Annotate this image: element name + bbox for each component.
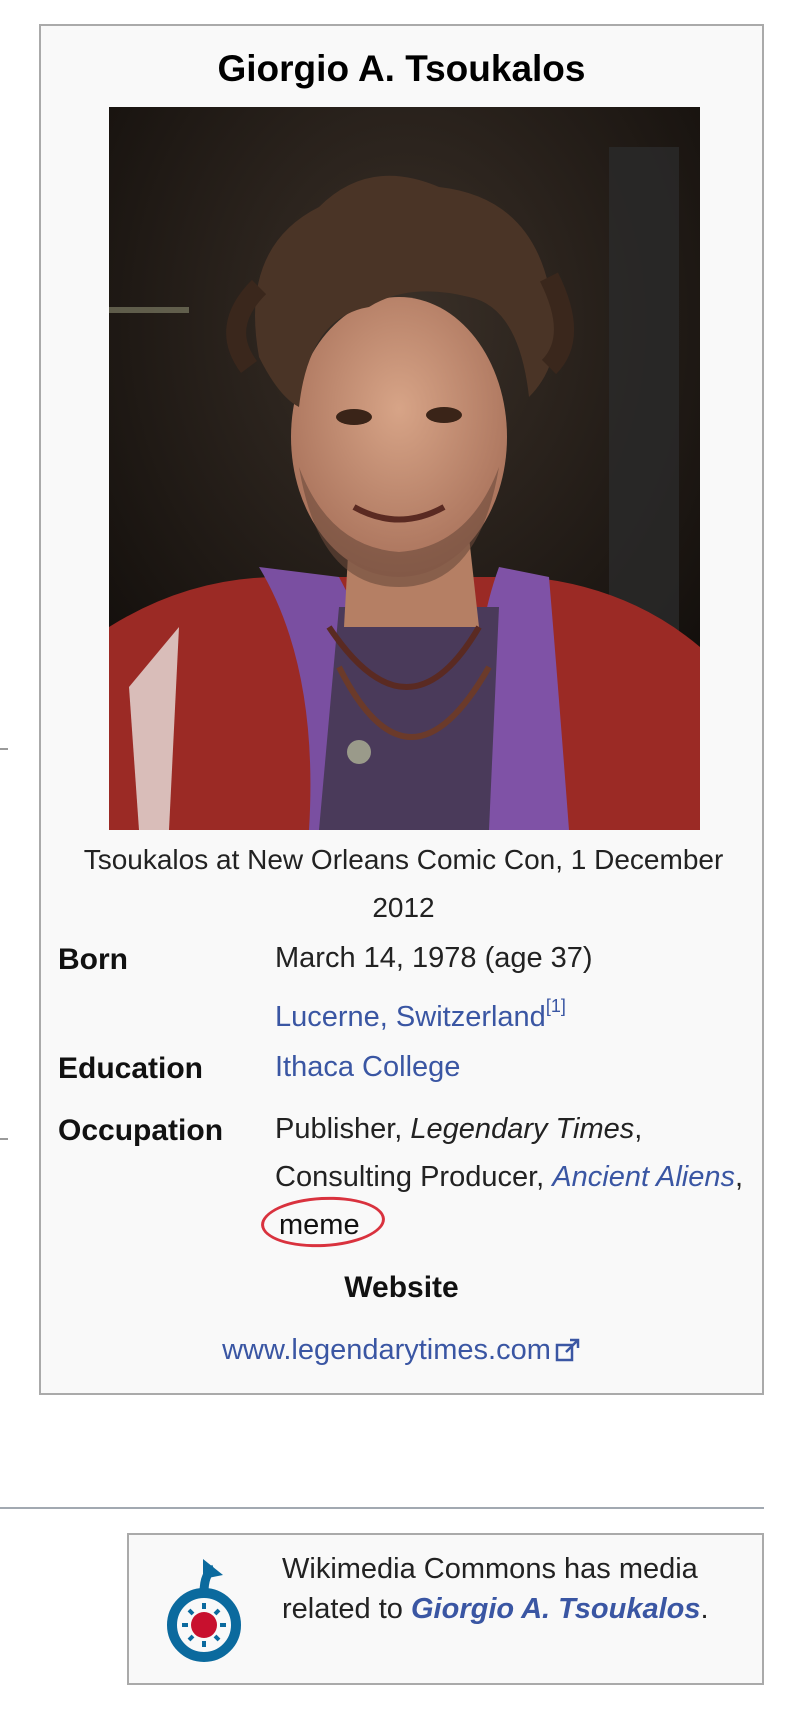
occupation-publisher: Publisher, xyxy=(275,1113,411,1145)
ancient-aliens-text: Ancient Aliens xyxy=(552,1161,735,1193)
infobox: Giorgio A. Tsoukalos Tsoukalos at New Or… xyxy=(39,24,764,1395)
wikimedia-commons-logo-icon xyxy=(159,1557,249,1672)
occupation-comma: , xyxy=(734,1161,744,1193)
image-caption: Tsoukalos at New Orleans Comic Con, 1 De… xyxy=(83,844,724,923)
website-row: www.legendarytimes.com xyxy=(41,1334,762,1371)
occupation-label: Occupation xyxy=(58,1114,224,1147)
education-label: Education xyxy=(58,1052,204,1085)
commons-text-suffix: . xyxy=(700,1593,709,1625)
margin-tick xyxy=(0,748,8,750)
born-value: March 14, 1978 (age 37) Lucerne, Switzer… xyxy=(275,934,745,1041)
external-link-icon xyxy=(555,1337,581,1371)
commons-text: Wikimedia Commons has media related to G… xyxy=(282,1549,752,1629)
occupation-meme: meme xyxy=(259,1193,387,1251)
website-link[interactable]: www.legendarytimes.com xyxy=(222,1334,551,1366)
portrait-photo[interactable] xyxy=(109,107,700,830)
margin-tick xyxy=(0,1138,8,1140)
born-label: Born xyxy=(58,943,128,976)
born-date: March 14, 1978 (age 37) xyxy=(275,942,593,974)
education-link[interactable]: Ithaca College xyxy=(275,1051,460,1083)
education-value: Ithaca College xyxy=(275,1043,745,1091)
born-place-link[interactable]: Lucerne, Switzerland xyxy=(275,1001,546,1033)
ancient-aliens-link[interactable]: Ancient Aliens xyxy=(552,1161,735,1193)
commons-link-text: Giorgio A. Tsoukalos xyxy=(410,1593,701,1625)
page: Giorgio A. Tsoukalos Tsoukalos at New Or… xyxy=(0,0,794,1709)
annotation-circle xyxy=(259,1193,387,1251)
occupation-consulting: Consulting Producer, xyxy=(275,1161,553,1193)
commons-link[interactable]: Giorgio A. Tsoukalos xyxy=(411,1593,701,1625)
website-label: Website xyxy=(344,1271,459,1304)
infobox-title: Giorgio A. Tsoukalos xyxy=(217,48,586,89)
occupation-value: Publisher, Legendary Times, Consulting P… xyxy=(259,1105,745,1251)
occupation-legendary-times: Legendary Times xyxy=(410,1113,635,1145)
born-place-line: Lucerne, Switzerland[1] xyxy=(275,982,745,1041)
commons-box: Wikimedia Commons has media related to G… xyxy=(127,1533,764,1685)
section-divider xyxy=(0,1507,764,1509)
born-ref-link[interactable]: [1] xyxy=(546,996,566,1016)
occupation-comma: , xyxy=(634,1113,643,1145)
